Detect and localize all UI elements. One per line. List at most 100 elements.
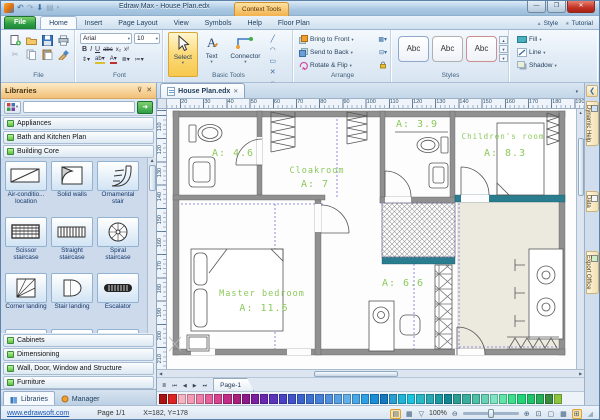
scroll-right-icon[interactable]: ▶	[577, 371, 584, 376]
normal-view-icon[interactable]: ▤	[390, 409, 401, 419]
room-label-cloakroom-area[interactable]: A: 7	[301, 179, 329, 190]
palette-swatch[interactable]	[444, 394, 452, 404]
palette-swatch[interactable]	[380, 394, 388, 404]
fit-selection-icon[interactable]: ⊡	[535, 410, 543, 418]
ribbon-tab[interactable]: View	[166, 17, 197, 29]
palette-swatch[interactable]	[214, 394, 222, 404]
ribbon-tab[interactable]: Help	[239, 17, 269, 29]
tab-export-office[interactable]: Export Office	[586, 251, 599, 294]
shape-corner-landing[interactable]: Corner landing	[3, 272, 49, 328]
ribbon-tab[interactable]: Home	[40, 16, 77, 29]
library-search-input[interactable]	[23, 101, 135, 113]
print-icon[interactable]	[55, 33, 71, 47]
style-preview-2[interactable]: Abc	[432, 36, 463, 62]
hatched-shaft[interactable]	[382, 203, 455, 257]
library-section[interactable]: Wall, Door, Window and Structure	[3, 362, 154, 375]
palette-swatch[interactable]	[233, 394, 241, 404]
shape-spiral-staircase[interactable]: Spiral staircase	[95, 216, 141, 272]
open-icon[interactable]	[23, 33, 39, 47]
palette-swatch[interactable]	[389, 394, 397, 404]
palette-swatch[interactable]	[554, 394, 562, 404]
shape-partial[interactable]	[95, 328, 141, 333]
palette-swatch[interactable]	[279, 394, 287, 404]
shape-scissor-staircase[interactable]: Scissor staircase	[3, 216, 49, 272]
zoom-in-icon[interactable]: ⊕	[523, 410, 531, 418]
distribute-icon[interactable]: ⊟▾	[379, 49, 390, 56]
palette-swatch[interactable]	[297, 394, 305, 404]
next-page-icon[interactable]: ▶	[190, 381, 200, 391]
line-button[interactable]: Line▾	[517, 46, 597, 59]
new-document-icon[interactable]	[7, 33, 23, 47]
zoom-slider-thumb[interactable]	[488, 409, 494, 418]
shape-partial[interactable]	[3, 328, 49, 333]
styles-scroll-up[interactable]: ▴	[499, 36, 508, 44]
shape-partial[interactable]	[49, 328, 95, 333]
highlight-icon[interactable]: ab▾	[95, 55, 105, 64]
fit-page-icon[interactable]: ▢	[546, 410, 555, 418]
palette-swatch[interactable]	[527, 394, 535, 404]
ribbon-tab[interactable]: Page Layout	[110, 17, 165, 29]
superscript-button[interactable]: x²	[124, 47, 129, 53]
page-tab[interactable]: Page-1	[213, 378, 254, 391]
minimize-button[interactable]: —	[527, 1, 546, 13]
palette-swatch[interactable]	[315, 394, 323, 404]
bring-to-front-button[interactable]: Bring to Front▾ ▩▾	[299, 33, 390, 46]
palette-swatch[interactable]	[536, 394, 544, 404]
edraw-logo-icon[interactable]	[4, 3, 14, 13]
tab-libraries[interactable]: Libraries	[3, 391, 55, 405]
document-tab[interactable]: House Plan.edx ✕	[160, 83, 245, 98]
format-painter-icon[interactable]	[55, 47, 71, 61]
export-icon[interactable]: ⬇	[36, 2, 43, 14]
palette-swatch[interactable]	[251, 394, 259, 404]
customize-qat-icon[interactable]: ▾	[57, 2, 60, 14]
page-view-icon[interactable]: ▦	[405, 410, 414, 418]
palette-swatch[interactable]	[361, 394, 369, 404]
underline-button[interactable]: U	[95, 46, 100, 53]
align-shapes-icon[interactable]: ▩▾	[378, 36, 390, 43]
palette-swatch[interactable]	[223, 394, 231, 404]
select-tool-button[interactable]: Select ▾	[168, 32, 198, 77]
shape-grid-scrollbar[interactable]: ▲	[147, 158, 156, 333]
font-name-select[interactable]: Arial▾	[80, 33, 132, 44]
palette-swatch[interactable]	[517, 394, 525, 404]
text-tool-button[interactable]: A Text ▾	[199, 32, 225, 77]
palette-swatch[interactable]	[168, 394, 176, 404]
font-color-icon[interactable]: A▾	[110, 55, 117, 64]
rectangle-tool-icon[interactable]: ▭	[266, 56, 279, 67]
palette-swatch[interactable]	[178, 394, 186, 404]
font-size-select[interactable]: 10▾	[134, 33, 160, 44]
zoom-slider[interactable]	[463, 412, 519, 415]
library-go-button[interactable]: ➜	[137, 101, 153, 114]
room-label-cloakroom[interactable]: Cloakroom	[290, 166, 345, 176]
palette-swatch[interactable]	[352, 394, 360, 404]
palette-swatch[interactable]	[306, 394, 314, 404]
align-icon[interactable]: ≣▾	[122, 56, 130, 63]
scroll-left-icon[interactable]: ◀	[157, 371, 164, 376]
palette-swatch[interactable]	[508, 394, 516, 404]
palette-swatch[interactable]	[453, 394, 461, 404]
palette-swatch[interactable]	[187, 394, 195, 404]
close-document-icon[interactable]: ✕	[233, 88, 238, 95]
library-section[interactable]: Appliances	[3, 117, 154, 130]
shape-solid-walls[interactable]: Solid walls	[49, 160, 95, 216]
palette-swatch[interactable]	[260, 394, 268, 404]
ribbon-tab[interactable]: Symbols	[197, 17, 240, 29]
horizontal-scrollbar[interactable]: ◀ ▶	[157, 369, 584, 377]
palette-swatch[interactable]	[426, 394, 434, 404]
tab-data[interactable]: Data	[586, 191, 599, 212]
room-label-bath1[interactable]: A: 4.6	[212, 148, 254, 159]
room-label-children-area[interactable]: A: 8.3	[484, 148, 526, 159]
pin-icon[interactable]: ⊽	[137, 86, 142, 94]
tab-dynamic-help[interactable]: Dynamic Help	[586, 101, 599, 146]
room-label-study[interactable]: A: 6.6	[382, 278, 424, 289]
copy-icon[interactable]	[23, 47, 39, 61]
vertical-scrollbar-thumb[interactable]	[578, 138, 584, 196]
shadow-button[interactable]: Shadow▾	[517, 59, 597, 72]
shape-stair-landing[interactable]: Stair landing	[49, 272, 95, 328]
paste-icon[interactable]	[39, 47, 55, 61]
style-preview-1[interactable]: Abc	[398, 36, 429, 62]
palette-swatch[interactable]	[334, 394, 342, 404]
dock-collapse-icon[interactable]: ❮	[586, 85, 598, 97]
room-label-bath2[interactable]: A: 3.9	[396, 119, 438, 130]
shape-escalator[interactable]: Escalator	[95, 272, 141, 328]
